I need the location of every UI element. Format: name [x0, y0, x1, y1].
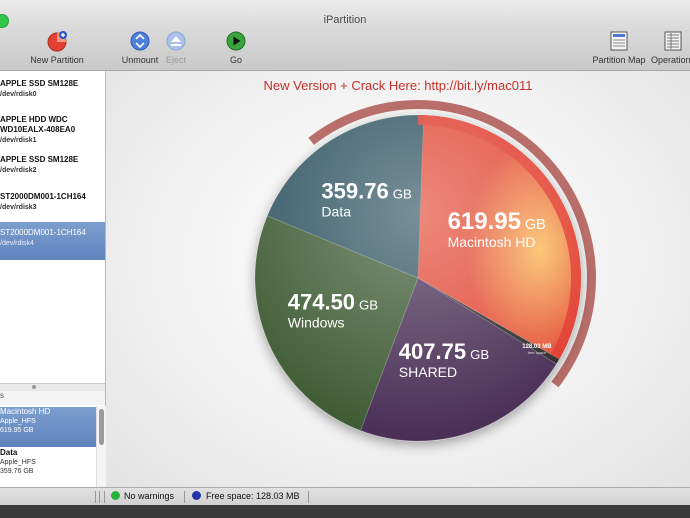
promo-banner: New Version + Crack Here: http://bit.ly/… — [263, 78, 533, 93]
disk-name: APPLE SSD SM128E — [0, 155, 79, 164]
scrollbar-thumb[interactable] — [99, 409, 104, 445]
partition-size: 619.95 GB — [0, 427, 34, 434]
app-window: iPartition New Partition Unmount Eject G… — [0, 0, 690, 518]
partition-list-item-selected[interactable]: Macintosh HD Apple_HFS 619.95 GB — [0, 407, 96, 447]
partition-list-scrollbar[interactable] — [96, 406, 106, 487]
slice-label: Windows — [288, 315, 345, 331]
window-title: iPartition — [323, 14, 367, 26]
status-divider — [99, 491, 100, 503]
partition-chart-area: New Version + Crack Here: http://bit.ly/… — [106, 71, 690, 487]
new-partition-button[interactable]: New Partition — [22, 30, 92, 65]
status-divider — [104, 491, 105, 503]
warnings-status: No warnings — [124, 491, 175, 501]
title-bar: iPartition — [0, 0, 690, 30]
window-bottom-edge — [0, 505, 690, 518]
disk-device: /dev/rdisk3 — [0, 204, 37, 211]
play-icon — [226, 31, 246, 51]
partition-pie-chart[interactable]: 619.95 GBMacintosh HD128.03 MBfree space4… — [106, 71, 690, 487]
disk-device: /dev/rdisk0 — [0, 91, 37, 98]
status-divider — [95, 491, 96, 503]
partition-map-icon — [610, 31, 628, 51]
new-partition-icon — [47, 31, 67, 52]
partition-list-item[interactable]: Data Apple_HFS 359.76 GB — [0, 448, 96, 488]
disk-device: /dev/rdisk4 — [0, 240, 34, 247]
go-label: Go — [229, 55, 242, 65]
disk-item[interactable]: ST2000DM001-1CH164/dev/rdisk3 — [0, 186, 105, 224]
partition-name: Data — [0, 448, 18, 457]
partitions-header: s — [0, 391, 105, 405]
partition-fs: Apple_HFS — [0, 418, 36, 425]
disk-item[interactable]: APPLE HDD WDC WD10EALX-408EA0/dev/rdisk1 — [0, 109, 105, 147]
eject-icon — [166, 31, 186, 51]
partition-fs: Apple_HFS — [0, 459, 36, 466]
disk-item[interactable]: APPLE SSD SM128E/dev/rdisk2 — [0, 149, 105, 187]
disk-name-line1: APPLE HDD WDC — [0, 115, 68, 124]
operations-label: Operations — [650, 55, 690, 65]
disk-item-selected[interactable]: ST2000DM001-1CH164/dev/rdisk4 — [0, 222, 105, 260]
slice-sublabel: free space — [528, 350, 547, 355]
status-divider — [184, 491, 185, 503]
free-space-status: Free space: 128.03 MB — [206, 491, 300, 501]
partition-name: Macintosh HD — [0, 407, 51, 416]
new-partition-label: New Partition — [30, 55, 84, 65]
operations-icon — [664, 31, 682, 51]
status-divider — [308, 491, 309, 503]
partition-size: 359.76 GB — [0, 468, 34, 475]
disk-name-line2: WD10EALX-408EA0 — [0, 125, 76, 134]
disk-sidebar: APPLE SSD SM128E/dev/rdisk0 APPLE HDD WD… — [0, 71, 106, 487]
disk-name: ST2000DM001-1CH164 — [0, 228, 86, 237]
toolbar: New Partition Unmount Eject Go Partition… — [0, 30, 690, 71]
status-ok-icon — [111, 491, 120, 500]
free-space-icon — [192, 491, 201, 500]
disk-name: ST2000DM001-1CH164 — [0, 192, 86, 201]
disk-name: APPLE SSD SM128E — [0, 79, 79, 88]
disk-item[interactable]: APPLE SSD SM128E/dev/rdisk0 — [0, 73, 105, 111]
disk-device: /dev/rdisk2 — [0, 167, 37, 174]
slice-label: Macintosh HD — [448, 234, 536, 250]
disk-device: /dev/rdisk1 — [0, 137, 37, 144]
slice-label: Data — [321, 204, 351, 220]
pie-gloss — [255, 115, 581, 441]
go-button[interactable]: Go — [201, 30, 271, 65]
operations-button[interactable]: Operations — [638, 30, 690, 65]
slice-label: SHARED — [399, 364, 457, 380]
status-bar: No warnings Free space: 128.03 MB — [0, 487, 690, 506]
split-handle-dot — [32, 385, 36, 389]
